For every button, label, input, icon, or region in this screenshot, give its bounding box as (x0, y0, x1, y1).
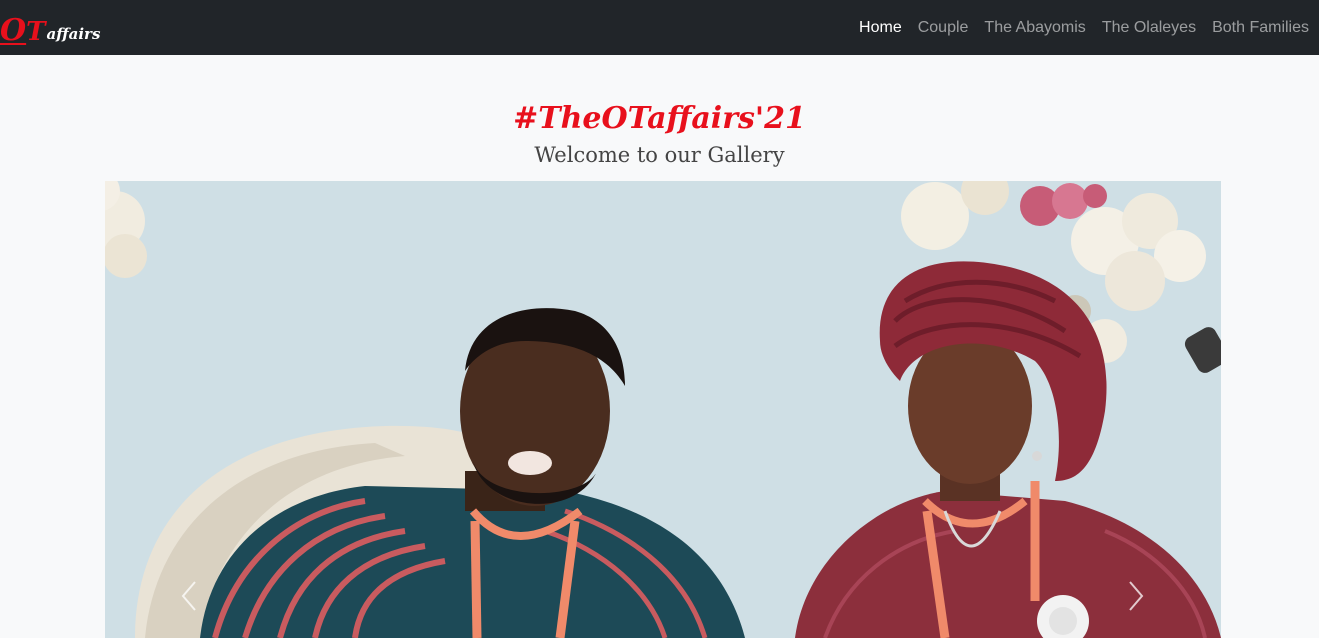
brand-logo[interactable]: O T affairs (0, 6, 101, 48)
page-subtitle: Welcome to our Gallery (534, 143, 785, 167)
top-navbar: O T affairs Home Couple The Abayomis The… (0, 0, 1319, 55)
nav-item-abayomis[interactable]: The Abayomis (976, 8, 1093, 48)
photo-carousel[interactable] (105, 181, 1221, 638)
nav-links: Home Couple The Abayomis The Olaleyes Bo… (851, 0, 1317, 55)
brand-text: affairs (46, 25, 101, 43)
chevron-left-icon (181, 581, 196, 611)
nav-item-home[interactable]: Home (851, 8, 910, 48)
carousel-prev-button[interactable] (169, 576, 209, 616)
nav-item-olaleyes[interactable]: The Olaleyes (1094, 8, 1204, 48)
nav-item-both-families[interactable]: Both Families (1204, 8, 1317, 48)
nav-item-couple[interactable]: Couple (910, 8, 977, 48)
couple-photo (105, 181, 1221, 638)
page-hashtag-title: #TheOTaffairs'21 (513, 101, 806, 136)
brand-letter-t: T (26, 17, 46, 47)
brand-letter-o: O (0, 13, 27, 48)
chevron-right-icon (1129, 581, 1144, 611)
gallery-heading: #TheOTaffairs'21 Welcome to our Gallery (0, 96, 1319, 168)
carousel-next-button[interactable] (1116, 576, 1156, 616)
